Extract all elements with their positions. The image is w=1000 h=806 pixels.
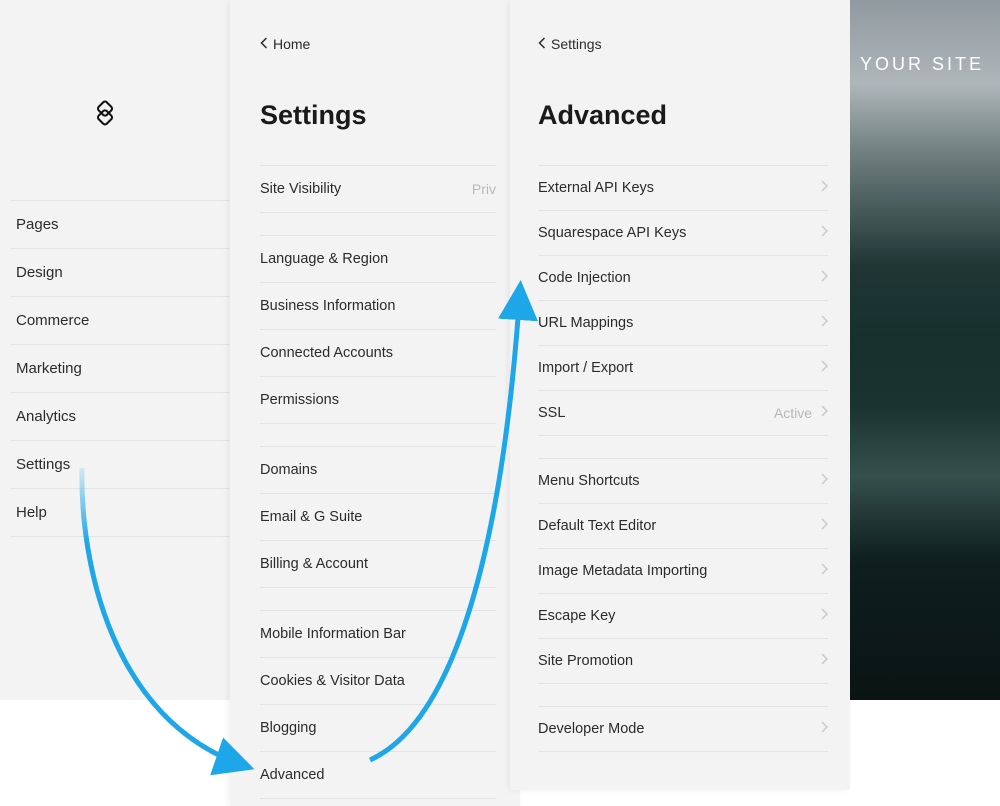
settings-panel: Home Settings Site Visibility Priv Langu… [230,0,520,806]
settings-item-language-region[interactable]: Language & Region [260,235,496,283]
settings-item-connected-accounts[interactable]: Connected Accounts [260,330,496,377]
ssl-value: Active [774,405,812,421]
chevron-right-icon [820,721,828,737]
chevron-right-icon [820,405,828,421]
back-to-home-link[interactable]: Home [260,36,496,52]
advanced-item-developer-mode[interactable]: Developer Mode [538,706,828,752]
nav-item-commerce[interactable]: Commerce [10,297,230,345]
squarespace-logo-icon [92,100,118,126]
settings-item-email-gsuite[interactable]: Email & G Suite [260,494,496,541]
chevron-right-icon [820,225,828,241]
nav-item-analytics[interactable]: Analytics [10,393,230,441]
settings-item-cookies-visitor[interactable]: Cookies & Visitor Data [260,658,496,705]
settings-item-business-information[interactable]: Business Information [260,283,496,330]
logo-wrap [0,100,240,126]
advanced-item-external-api[interactable]: External API Keys [538,165,828,211]
main-nav-panel: Pages Design Commerce Marketing Analytic… [0,0,240,700]
preview-title: YOUR SITE [860,54,1000,75]
chevron-right-icon [820,360,828,376]
settings-item-site-visibility[interactable]: Site Visibility Priv [260,165,496,213]
back-label: Settings [551,36,602,52]
settings-item-blogging[interactable]: Blogging [260,705,496,752]
settings-title: Settings [260,100,496,131]
advanced-list: External API Keys Squarespace API Keys C… [538,165,828,752]
chevron-right-icon [820,563,828,579]
chevron-right-icon [820,473,828,489]
nav-item-settings[interactable]: Settings [10,441,230,489]
nav-item-design[interactable]: Design [10,249,230,297]
advanced-title: Advanced [538,100,828,131]
settings-item-mobile-info-bar[interactable]: Mobile Information Bar [260,610,496,658]
advanced-item-escape-key[interactable]: Escape Key [538,594,828,639]
settings-list: Site Visibility Priv Language & Region B… [260,165,496,799]
site-preview: YOUR SITE [850,0,1000,700]
chevron-left-icon [260,36,269,52]
settings-item-domains[interactable]: Domains [260,446,496,494]
nav-item-help[interactable]: Help [10,489,230,537]
back-to-settings-link[interactable]: Settings [538,36,828,52]
advanced-item-default-text-editor[interactable]: Default Text Editor [538,504,828,549]
advanced-item-menu-shortcuts[interactable]: Menu Shortcuts [538,458,828,504]
settings-item-advanced[interactable]: Advanced [260,752,496,799]
chevron-right-icon [820,653,828,669]
advanced-item-squarespace-api[interactable]: Squarespace API Keys [538,211,828,256]
nav-item-marketing[interactable]: Marketing [10,345,230,393]
main-nav-list: Pages Design Commerce Marketing Analytic… [0,200,240,537]
chevron-right-icon [820,608,828,624]
advanced-item-code-injection[interactable]: Code Injection [538,256,828,301]
settings-item-permissions[interactable]: Permissions [260,377,496,424]
advanced-item-ssl[interactable]: SSL Active [538,391,828,436]
site-visibility-value: Priv [472,181,496,197]
chevron-right-icon [820,315,828,331]
advanced-item-site-promotion[interactable]: Site Promotion [538,639,828,684]
chevron-left-icon [538,36,547,52]
advanced-item-url-mappings[interactable]: URL Mappings [538,301,828,346]
chevron-right-icon [820,518,828,534]
advanced-item-import-export[interactable]: Import / Export [538,346,828,391]
advanced-panel: Settings Advanced External API Keys Squa… [510,0,850,790]
advanced-item-image-metadata[interactable]: Image Metadata Importing [538,549,828,594]
settings-item-billing-account[interactable]: Billing & Account [260,541,496,588]
chevron-right-icon [820,180,828,196]
nav-item-pages[interactable]: Pages [10,200,230,249]
back-label: Home [273,36,310,52]
chevron-right-icon [820,270,828,286]
